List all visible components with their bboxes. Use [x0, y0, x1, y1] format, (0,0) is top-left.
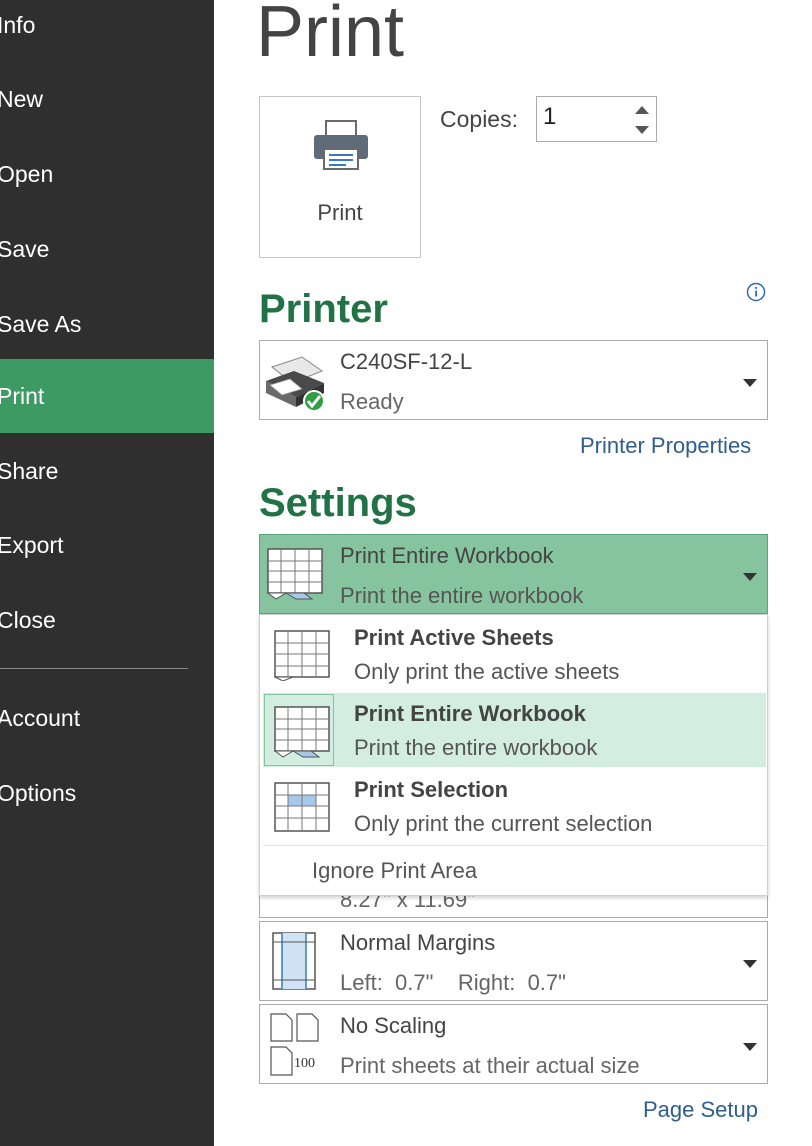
nav-options-label: Options [0, 780, 77, 806]
print-scope-menu: Print Active Sheets Only print the activ… [259, 614, 768, 896]
copies-input[interactable]: 1 [536, 96, 657, 142]
print-scope-sub: Print the entire workbook [340, 583, 584, 608]
nav-export-label: Export [0, 532, 64, 558]
scaling-main: No Scaling [340, 1013, 447, 1038]
printer-section-title: Printer [259, 287, 388, 331]
nav-share-label: Share [0, 458, 59, 484]
chevron-down-icon [743, 956, 757, 968]
option-print-active-sheets[interactable]: Print Active Sheets Only print the activ… [263, 617, 766, 691]
printer-name: C240SF-12-L [340, 349, 473, 374]
settings-section-title: Settings [259, 481, 417, 525]
nav-open-label: Open [0, 161, 54, 187]
margins-icon [272, 932, 316, 997]
print-scope-main: Print Entire Workbook [340, 543, 554, 568]
selection-icon [273, 781, 331, 838]
option-title: Print Selection [354, 777, 509, 802]
nav-options[interactable]: Options [0, 756, 214, 830]
option-title: Print Active Sheets [354, 625, 554, 650]
copies-value[interactable]: 1 [543, 103, 556, 131]
scaling-icon: 100 [270, 1013, 330, 1077]
nav-open[interactable]: Open [0, 137, 214, 211]
page-setup-link[interactable]: Page Setup [643, 1097, 758, 1123]
printer-properties-link[interactable]: Printer Properties [580, 433, 751, 459]
page-title: Print [256, 0, 405, 72]
margins-main: Normal Margins [340, 930, 496, 955]
print-button-label: Print [317, 200, 363, 225]
info-icon[interactable] [746, 282, 766, 302]
nav-divider [0, 668, 188, 669]
printer-ready-icon [262, 353, 326, 420]
entire-workbook-icon [273, 705, 331, 764]
margins-dropdown[interactable]: Normal Margins Left: 0.7" Right: 0.7" [259, 921, 768, 1001]
scaling-sub: Print sheets at their actual size [340, 1053, 640, 1078]
printer-icon [312, 119, 370, 176]
option-print-entire-workbook[interactable]: Print Entire Workbook Print the entire w… [263, 693, 766, 767]
nav-new-label: New [0, 86, 44, 112]
scaling-dropdown[interactable]: 100 No Scaling Print sheets at their act… [259, 1004, 768, 1084]
nav-save[interactable]: Save [0, 212, 214, 286]
option-print-selection[interactable]: Print Selection Only print the current s… [263, 769, 766, 843]
entire-workbook-icon [266, 547, 324, 606]
printer-dropdown[interactable]: C240SF-12-L Ready [259, 340, 768, 420]
option-desc: Only print the current selection [354, 811, 653, 836]
menu-divider [263, 845, 766, 846]
nav-info[interactable]: Info [0, 0, 214, 62]
option-desc: Print the entire workbook [354, 735, 598, 760]
nav-save-as-label: Save As [0, 311, 82, 337]
nav-print[interactable]: Print [0, 359, 214, 433]
nav-new[interactable]: New [0, 62, 214, 136]
backstage-sidebar: Info New Open Save Save As Print Share E… [0, 0, 214, 1146]
nav-close[interactable]: Close [0, 583, 214, 657]
chevron-down-icon [743, 375, 757, 387]
copies-label: Copies: [440, 106, 518, 132]
option-title: Print Entire Workbook [354, 701, 586, 726]
nav-close-label: Close [0, 607, 56, 633]
copies-increment-button[interactable] [631, 101, 653, 119]
nav-account-label: Account [0, 705, 81, 731]
nav-account[interactable]: Account [0, 681, 214, 755]
ignore-print-area-option[interactable]: Ignore Print Area [312, 858, 477, 884]
nav-print-label: Print [0, 383, 45, 409]
nav-share[interactable]: Share [0, 434, 214, 508]
print-scope-dropdown[interactable]: Print Entire Workbook Print the entire w… [259, 534, 768, 614]
nav-export[interactable]: Export [0, 508, 214, 582]
active-sheets-icon [273, 629, 331, 686]
margins-sub: Left: 0.7" Right: 0.7" [340, 970, 566, 995]
print-button[interactable]: Print [259, 96, 421, 258]
nav-save-label: Save [0, 236, 50, 262]
chevron-down-icon [743, 569, 757, 581]
scaling-icon-text: 100 [294, 1056, 315, 1071]
nav-info-label: Info [0, 12, 36, 38]
copies-decrement-button[interactable] [631, 121, 653, 139]
nav-save-as[interactable]: Save As [0, 287, 214, 361]
chevron-down-icon [743, 1039, 757, 1051]
option-desc: Only print the active sheets [354, 659, 620, 684]
printer-status: Ready [340, 389, 404, 414]
